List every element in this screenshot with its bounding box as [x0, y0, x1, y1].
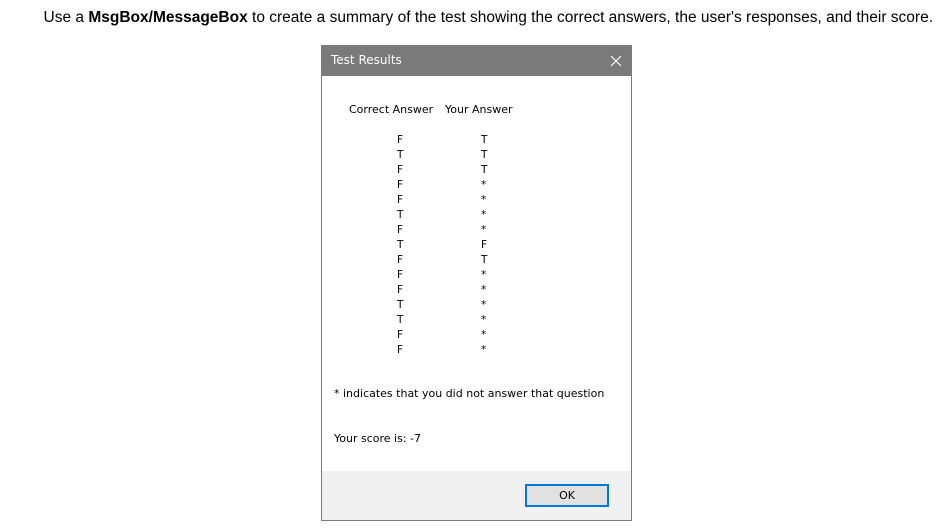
- your-answer-item: *: [481, 314, 487, 326]
- unanswered-note: * indicates that you did not answer that…: [334, 387, 605, 400]
- your-answer-item: *: [481, 344, 487, 356]
- your-answer-item: *: [481, 299, 487, 311]
- correct-answer-item: F: [397, 134, 404, 146]
- correct-answer-header: Correct Answer: [349, 103, 434, 116]
- correct-answer-item: T: [397, 239, 404, 251]
- close-button[interactable]: [601, 46, 631, 76]
- your-answer-item: *: [481, 209, 487, 221]
- correct-answer-item: T: [397, 209, 404, 221]
- correct-answer-item: T: [397, 314, 404, 326]
- your-answer-item: *: [481, 194, 487, 206]
- your-answer-item: *: [481, 269, 487, 281]
- correct-answer-item: F: [397, 344, 404, 356]
- correct-answer-item: T: [397, 149, 404, 161]
- title-bar: Test Results: [322, 46, 631, 76]
- correct-answer-item: F: [397, 329, 404, 341]
- instruction-text: Use a MsgBox/MessageBox to create a summ…: [0, 9, 945, 27]
- correct-answer-item: F: [397, 179, 404, 191]
- dialog-title: Test Results: [331, 53, 402, 67]
- correct-answer-item: F: [397, 284, 404, 296]
- your-answer-item: *: [481, 329, 487, 341]
- correct-answer-item: F: [397, 224, 404, 236]
- your-answer-item: T: [481, 149, 488, 161]
- your-answer-item: F: [481, 239, 488, 251]
- score-text: Your score is: -7: [334, 432, 421, 445]
- button-bar: OK: [322, 471, 631, 520]
- instruction-suffix: to create a summary of the test showing …: [247, 9, 933, 26]
- correct-answer-item: T: [397, 299, 404, 311]
- test-results-dialog: Test Results Correct Answer Your Answer …: [321, 45, 632, 521]
- your-answer-item: T: [481, 254, 488, 266]
- correct-answer-item: F: [397, 254, 404, 266]
- your-answer-item: *: [481, 284, 487, 296]
- instruction-bold: MsgBox/MessageBox: [88, 9, 248, 26]
- correct-answer-item: F: [397, 194, 404, 206]
- dialog-content: Correct Answer Your Answer FTFFFTFTFFFTT…: [322, 76, 631, 472]
- your-answer-item: T: [481, 134, 488, 146]
- your-answer-item: *: [481, 224, 487, 236]
- ok-button[interactable]: OK: [525, 484, 609, 507]
- close-icon: [610, 55, 622, 67]
- your-answer-header: Your Answer: [445, 103, 513, 116]
- your-answer-item: *: [481, 179, 487, 191]
- correct-answer-item: F: [397, 164, 404, 176]
- your-answers-column: T T T * * * * F T * * * * * *: [481, 133, 487, 358]
- your-answer-item: T: [481, 164, 488, 176]
- correct-answer-item: F: [397, 269, 404, 281]
- instruction-prefix: Use a: [43, 9, 89, 26]
- correct-answers-column: FTFFFTFTFFFTTFF: [397, 133, 403, 358]
